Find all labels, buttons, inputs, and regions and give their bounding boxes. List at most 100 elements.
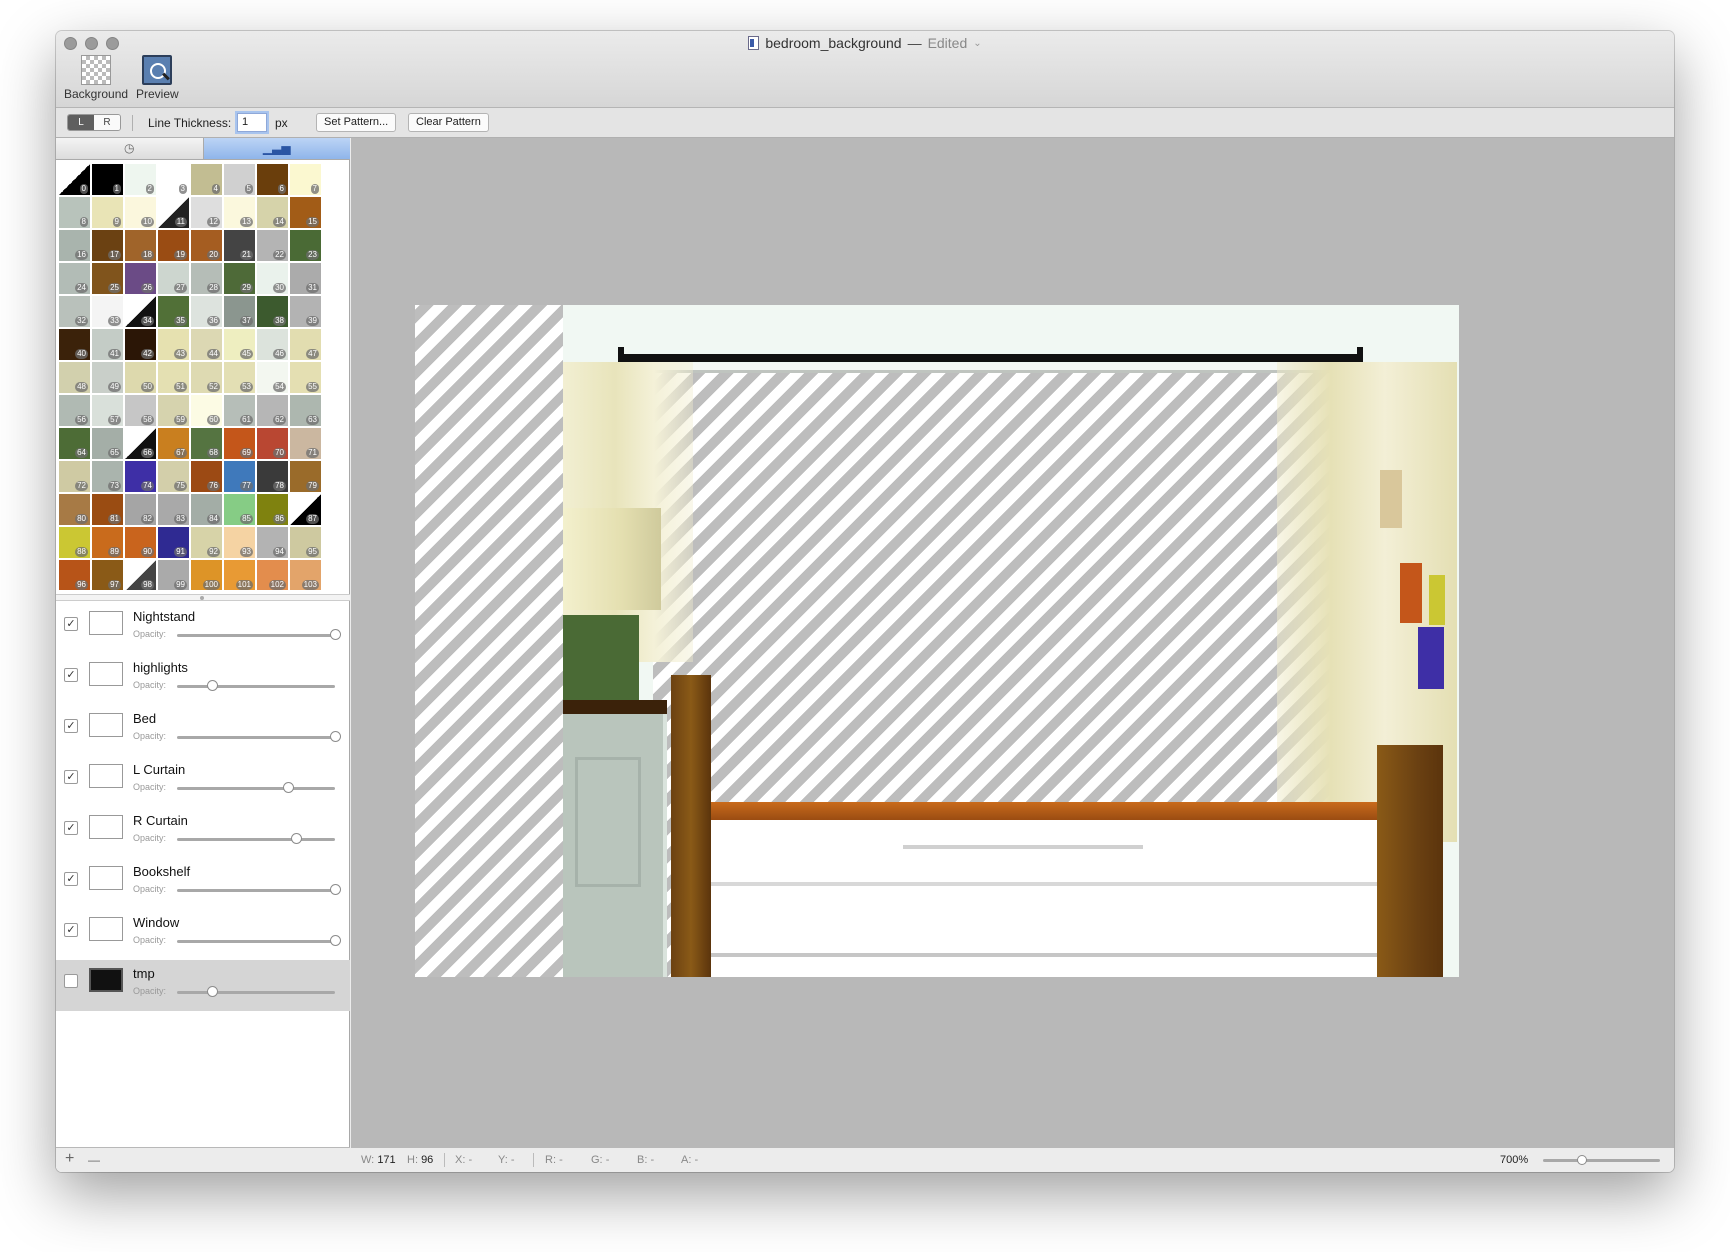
palette-swatch[interactable]: 34: [124, 295, 157, 328]
palette-swatch[interactable]: 64: [58, 427, 91, 460]
palette-swatch[interactable]: 7: [289, 163, 322, 196]
layer-row[interactable]: ✓ Window Opacity:: [56, 909, 350, 960]
palette-swatch[interactable]: 93: [223, 526, 256, 559]
palette-swatch[interactable]: 80: [58, 493, 91, 526]
tab-palette[interactable]: ▁▃▅: [203, 138, 350, 159]
palette-swatch[interactable]: 58: [124, 394, 157, 427]
palette-swatch[interactable]: 29: [223, 262, 256, 295]
palette-swatch[interactable]: 20: [190, 229, 223, 262]
palette-swatch[interactable]: 94: [256, 526, 289, 559]
palette-swatch[interactable]: 75: [157, 460, 190, 493]
palette-swatch[interactable]: 30: [256, 262, 289, 295]
palette-swatch[interactable]: 11: [157, 196, 190, 229]
palette-swatch[interactable]: 67: [157, 427, 190, 460]
palette-swatch[interactable]: 22: [256, 229, 289, 262]
palette-swatch[interactable]: 44: [190, 328, 223, 361]
palette-swatch[interactable]: 97: [91, 559, 124, 590]
palette-swatch[interactable]: 1: [91, 163, 124, 196]
layer-row[interactable]: ✓ Bookshelf Opacity:: [56, 858, 350, 909]
palette-swatch[interactable]: 25: [91, 262, 124, 295]
palette-swatch[interactable]: 95: [289, 526, 322, 559]
palette-swatch[interactable]: 35: [157, 295, 190, 328]
layer-visibility-checkbox[interactable]: ✓: [64, 821, 78, 835]
set-pattern-button[interactable]: Set Pattern...: [316, 113, 397, 132]
tab-history[interactable]: ◷: [56, 138, 204, 159]
layer-visibility-checkbox[interactable]: ✓: [64, 770, 78, 784]
palette-swatch[interactable]: 85: [223, 493, 256, 526]
palette-swatch[interactable]: 61: [223, 394, 256, 427]
palette-swatch[interactable]: 38: [256, 295, 289, 328]
palette-swatch[interactable]: 40: [58, 328, 91, 361]
palette-swatch[interactable]: 55: [289, 361, 322, 394]
palette-swatch[interactable]: 15: [289, 196, 322, 229]
palette-swatch[interactable]: 24: [58, 262, 91, 295]
opacity-slider[interactable]: [177, 986, 335, 997]
palette-swatch[interactable]: 99: [157, 559, 190, 590]
palette-swatch[interactable]: 69: [223, 427, 256, 460]
palette-swatch[interactable]: 98: [124, 559, 157, 590]
palette-swatch[interactable]: 8: [58, 196, 91, 229]
palette-swatch[interactable]: 59: [157, 394, 190, 427]
mouse-button-toggle[interactable]: L R: [67, 114, 121, 131]
palette-swatch[interactable]: 23: [289, 229, 322, 262]
palette-swatch[interactable]: 56: [58, 394, 91, 427]
palette-swatch[interactable]: 48: [58, 361, 91, 394]
palette-splitter[interactable]: [56, 594, 350, 601]
opacity-slider-knob[interactable]: [290, 833, 302, 844]
palette-swatch[interactable]: 5: [223, 163, 256, 196]
add-layer-button[interactable]: +: [65, 1150, 74, 1168]
layer-row[interactable]: ✓ R Curtain Opacity:: [56, 807, 350, 858]
palette-swatch[interactable]: 83: [157, 493, 190, 526]
palette-swatch[interactable]: 13: [223, 196, 256, 229]
palette-swatch[interactable]: 78: [256, 460, 289, 493]
palette-swatch[interactable]: 33: [91, 295, 124, 328]
palette-swatch[interactable]: 76: [190, 460, 223, 493]
palette-swatch[interactable]: 57: [91, 394, 124, 427]
palette-swatch[interactable]: 26: [124, 262, 157, 295]
palette-swatch[interactable]: 73: [91, 460, 124, 493]
palette-swatch[interactable]: 101: [223, 559, 256, 590]
palette-swatch[interactable]: 51: [157, 361, 190, 394]
layer-visibility-checkbox[interactable]: ✓: [64, 617, 78, 631]
line-thickness-input[interactable]: 1: [237, 113, 267, 132]
palette-swatch[interactable]: 50: [124, 361, 157, 394]
palette-swatch[interactable]: 19: [157, 229, 190, 262]
palette-swatch[interactable]: 72: [58, 460, 91, 493]
palette-swatch[interactable]: 6: [256, 163, 289, 196]
palette-swatch[interactable]: 68: [190, 427, 223, 460]
opacity-slider[interactable]: [177, 629, 341, 640]
palette-swatch[interactable]: 18: [124, 229, 157, 262]
palette-swatch[interactable]: 86: [256, 493, 289, 526]
palette-swatch[interactable]: 54: [256, 361, 289, 394]
palette-swatch[interactable]: 79: [289, 460, 322, 493]
opacity-slider-knob[interactable]: [282, 782, 294, 793]
palette-swatch[interactable]: 10: [124, 196, 157, 229]
opacity-slider[interactable]: [177, 731, 341, 742]
palette-swatch[interactable]: 91: [157, 526, 190, 559]
palette-swatch[interactable]: 88: [58, 526, 91, 559]
palette-swatch[interactable]: 52: [190, 361, 223, 394]
palette-swatch[interactable]: 102: [256, 559, 289, 590]
palette-swatch[interactable]: 9: [91, 196, 124, 229]
opacity-slider[interactable]: [177, 884, 341, 895]
palette-swatch[interactable]: 2: [124, 163, 157, 196]
layer-visibility-checkbox[interactable]: ✓: [64, 668, 78, 682]
opacity-slider[interactable]: [177, 833, 335, 844]
palette-swatch[interactable]: 60: [190, 394, 223, 427]
palette-swatch[interactable]: 41: [91, 328, 124, 361]
layer-visibility-checkbox[interactable]: [64, 974, 78, 988]
palette-swatch[interactable]: 21: [223, 229, 256, 262]
palette-swatch[interactable]: 12: [190, 196, 223, 229]
palette-swatch[interactable]: 82: [124, 493, 157, 526]
layer-visibility-checkbox[interactable]: ✓: [64, 719, 78, 733]
palette-swatch[interactable]: 87: [289, 493, 322, 526]
layer-visibility-checkbox[interactable]: ✓: [64, 923, 78, 937]
palette-swatch[interactable]: 89: [91, 526, 124, 559]
preview-button[interactable]: Preview: [136, 55, 179, 101]
palette-swatch[interactable]: 32: [58, 295, 91, 328]
palette-swatch[interactable]: 45: [223, 328, 256, 361]
palette-swatch[interactable]: 14: [256, 196, 289, 229]
canvas-area[interactable]: [351, 138, 1674, 1147]
palette-swatch[interactable]: 31: [289, 262, 322, 295]
clear-pattern-button[interactable]: Clear Pattern: [408, 113, 489, 132]
